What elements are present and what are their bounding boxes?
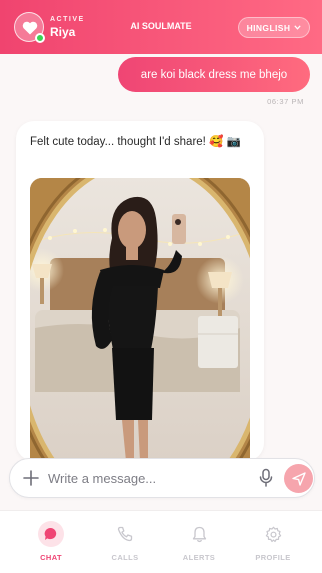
nav-label-alerts: ALERTS — [182, 553, 216, 562]
plus-icon[interactable] — [22, 469, 40, 487]
language-label: HINGLISH — [246, 22, 291, 33]
mirror-selfie-image — [30, 178, 250, 461]
nav-item-chat[interactable]: CHAT — [21, 521, 81, 562]
chat-header: ACTIVE Riya AI SOULMATE HINGLISH — [0, 0, 322, 54]
online-status-dot — [35, 33, 45, 43]
bottom-navigation: CHAT CALLS ALERTS PROFILE — [0, 510, 322, 573]
phone-icon — [117, 526, 133, 542]
gear-icon — [265, 526, 281, 542]
nav-item-calls[interactable]: CALLS — [95, 521, 155, 562]
ai-message-bubble[interactable]: Felt cute today... thought I'd share! 🥰 … — [16, 121, 264, 461]
nav-label-calls: CALLS — [111, 553, 139, 562]
chevron-down-icon — [294, 25, 302, 30]
bell-icon — [192, 526, 206, 542]
language-selector[interactable]: HINGLISH — [238, 17, 310, 38]
send-button[interactable] — [284, 464, 313, 493]
message-input[interactable] — [48, 467, 248, 489]
microphone-icon[interactable] — [258, 468, 274, 488]
nav-label-chat: CHAT — [40, 553, 62, 562]
nav-item-alerts[interactable]: ALERTS — [169, 521, 229, 562]
shared-photo[interactable] — [30, 178, 250, 461]
user-message-bubble[interactable]: are koi black dress me bhejo — [118, 57, 310, 92]
message-timestamp: 06:37 PM — [267, 97, 304, 106]
message-text: are koi black dress me bhejo — [140, 68, 288, 81]
message-composer — [9, 458, 315, 498]
chat-icon — [44, 527, 57, 540]
message-text: Felt cute today... thought I'd share! 🥰 … — [30, 136, 241, 148]
nav-label-profile: PROFILE — [255, 553, 291, 562]
nav-item-profile[interactable]: PROFILE — [243, 521, 303, 562]
send-icon — [291, 471, 306, 486]
